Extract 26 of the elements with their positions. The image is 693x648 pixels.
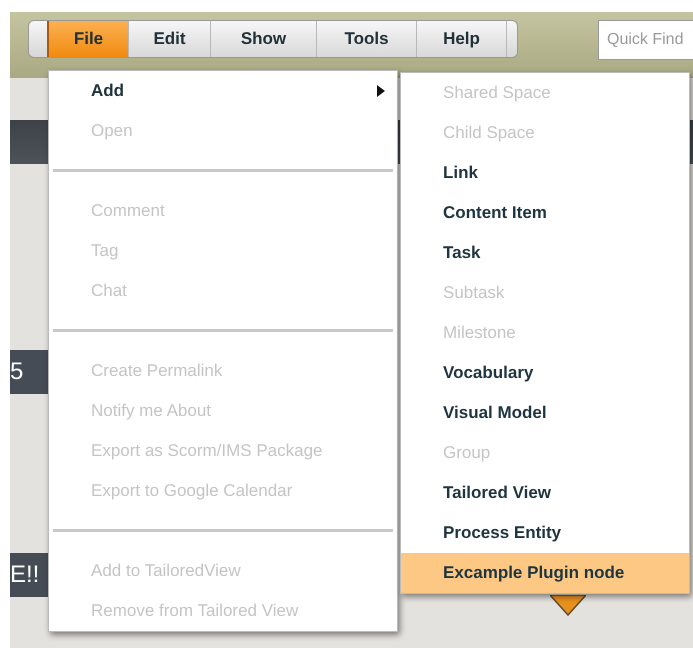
menu-item[interactable]: Link: [401, 153, 689, 193]
menu-item-label: Open: [91, 121, 134, 141]
menu-item-label: Export as Scorm/IMS Package: [91, 441, 324, 461]
menu-item-label: Tag: [91, 241, 120, 261]
menu-item[interactable]: Content Item: [401, 193, 689, 233]
menu-item-label: Remove from Tailored View: [91, 601, 300, 621]
menu-item[interactable]: Process Entity: [401, 513, 689, 553]
menu-item-label: Notify me About: [91, 401, 212, 421]
canvas-node[interactable]: E!!: [10, 553, 50, 597]
menu-item[interactable]: Excample Plugin node: [401, 553, 689, 593]
menu-item-label: Create Permalink: [91, 361, 224, 381]
menu-button[interactable]: File: [47, 21, 129, 57]
menu-item[interactable]: Vocabulary: [401, 353, 689, 393]
menu-item[interactable]: Add: [49, 71, 397, 111]
submenu-arrow-icon: [377, 85, 385, 97]
menu-item-label: Comment: [91, 201, 166, 221]
menu-item-label: Chat: [91, 281, 128, 301]
triangle-marker-icon: [550, 595, 586, 617]
menu-item[interactable]: Visual Model: [401, 393, 689, 433]
menu-item[interactable]: Tailored View: [401, 473, 689, 513]
canvas-node[interactable]: 5: [10, 350, 50, 394]
menu-item[interactable]: Task: [401, 233, 689, 273]
menu-item-label: Add to TailoredView: [91, 561, 242, 581]
quick-find-field[interactable]: Quick Find: [598, 20, 693, 60]
menu-item-label: Add: [91, 81, 126, 101]
menu-item-label: Export to Google Calendar: [91, 481, 294, 501]
